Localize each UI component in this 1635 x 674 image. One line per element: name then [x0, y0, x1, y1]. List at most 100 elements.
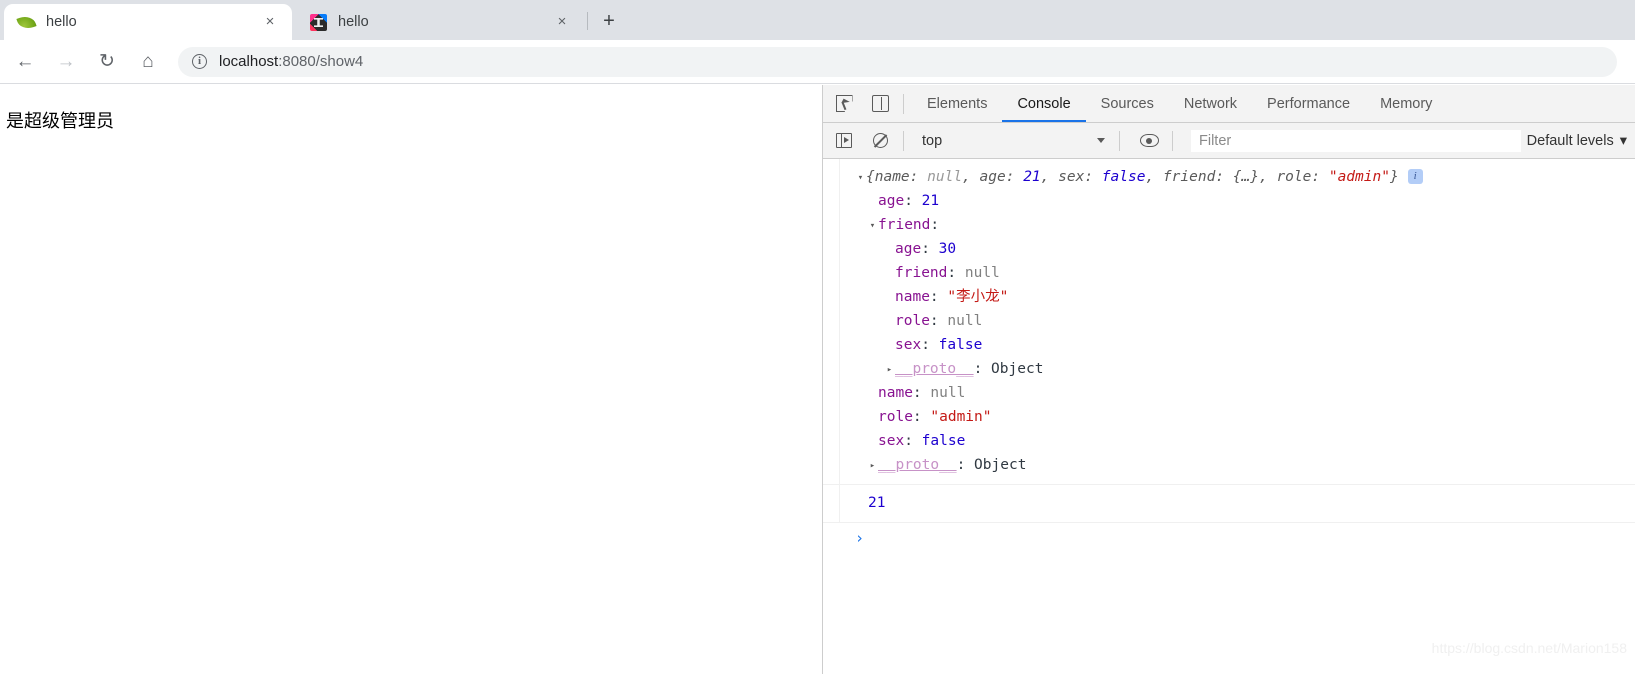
- property-value: "李小龙": [947, 289, 1009, 305]
- prompt-arrow-icon: ›: [855, 529, 865, 547]
- property-key: friend: [878, 217, 931, 233]
- tab-strip: hello × hello × +: [0, 0, 1635, 40]
- property-key: __proto__: [895, 361, 974, 377]
- property-value: "admin": [930, 409, 992, 425]
- tab-elements[interactable]: Elements: [912, 85, 1002, 122]
- message-gutter: [823, 159, 840, 484]
- property-value: 21: [921, 193, 940, 209]
- object-property-row: sex: false: [895, 337, 983, 353]
- console-result-value: 21: [868, 495, 886, 511]
- tab-performance[interactable]: Performance: [1252, 85, 1365, 122]
- address-bar-url: localhost:8080/show4: [219, 53, 363, 70]
- property-key: sex: [895, 337, 922, 353]
- site-info-icon[interactable]: i: [192, 54, 207, 69]
- property-value: null: [930, 385, 966, 401]
- property-key: __proto__: [878, 457, 957, 473]
- object-preview-line[interactable]: ▾ {name: null, age: 21, sex: false, frien…: [823, 165, 1635, 189]
- clear-console-icon[interactable]: [865, 127, 895, 155]
- info-badge[interactable]: i: [1407, 169, 1423, 184]
- tab-memory[interactable]: Memory: [1365, 85, 1447, 122]
- toolbar-divider: [903, 130, 904, 151]
- object-property-row: sex: false: [878, 433, 966, 449]
- watermark: https://blog.csdn.net/Marion158: [1431, 640, 1627, 656]
- property-value: Object: [991, 361, 1044, 377]
- property-value: false: [938, 337, 983, 353]
- url-path: :8080/show4: [278, 53, 364, 70]
- object-property-row[interactable]: ▾ friend:: [823, 213, 1635, 237]
- device-toolbar-icon[interactable]: [865, 90, 895, 118]
- property-value: null: [964, 265, 1000, 281]
- log-levels-dropdown[interactable]: Default levels ▾: [1527, 133, 1635, 149]
- property-key: sex: [878, 433, 905, 449]
- spring-leaf-icon: [16, 13, 37, 32]
- tab-divider: [587, 12, 588, 30]
- tab-title: hello: [338, 14, 369, 30]
- filter-input[interactable]: [1191, 129, 1521, 152]
- forward-button[interactable]: →: [50, 46, 82, 78]
- property-key: role: [878, 409, 913, 425]
- tab-title: hello: [46, 14, 77, 30]
- object-property-row: name: null: [878, 385, 966, 401]
- console-toolbar: top Default levels ▾: [823, 123, 1635, 159]
- back-button[interactable]: ←: [9, 46, 41, 78]
- tab-console[interactable]: Console: [1002, 85, 1085, 122]
- console-sidebar-icon[interactable]: [829, 127, 859, 155]
- property-value: Object: [974, 457, 1027, 473]
- object-property-row: role: "admin": [878, 409, 992, 425]
- address-bar[interactable]: i localhost:8080/show4: [178, 46, 1617, 77]
- browser-toolbar: ← → ↻ ⌂ i localhost:8080/show4: [0, 40, 1635, 84]
- property-value: 30: [938, 241, 957, 257]
- devtools-tabbar: Elements Console Sources Network Perform…: [823, 85, 1635, 123]
- property-key: name: [895, 289, 930, 305]
- console-message-object[interactable]: ▾ {name: null, age: 21, sex: false, frien…: [823, 159, 1635, 485]
- toolbar-divider: [1172, 130, 1173, 151]
- property-key: role: [895, 313, 930, 329]
- object-property-row: age: 21: [878, 193, 940, 209]
- url-host: localhost: [219, 53, 279, 70]
- browser-tab-2[interactable]: hello ×: [296, 4, 584, 40]
- property-value: null: [947, 313, 983, 329]
- property-value: false: [921, 433, 966, 449]
- tab-close-button[interactable]: ×: [262, 14, 278, 30]
- expand-triangle-icon[interactable]: ▾: [855, 166, 866, 190]
- intellij-idea-icon: [310, 13, 328, 31]
- property-key: age: [895, 241, 922, 257]
- console-prompt[interactable]: ›: [823, 523, 1635, 553]
- property-key: name: [878, 385, 913, 401]
- tab-sources[interactable]: Sources: [1086, 85, 1169, 122]
- object-property-row[interactable]: ▸ __proto__: Object: [823, 453, 1635, 477]
- chevron-down-icon: [1097, 138, 1105, 143]
- live-expression-icon[interactable]: [1134, 127, 1164, 155]
- console-output[interactable]: ▾ {name: null, age: 21, sex: false, frien…: [823, 159, 1635, 674]
- chevron-down-icon: ▾: [1619, 132, 1627, 149]
- tab-network[interactable]: Network: [1169, 85, 1252, 122]
- message-gutter: [823, 485, 840, 522]
- new-tab-button[interactable]: +: [596, 9, 622, 35]
- log-levels-label: Default levels: [1526, 132, 1614, 149]
- browser-tab-1[interactable]: hello ×: [4, 4, 292, 40]
- expand-triangle-icon[interactable]: ▾: [867, 214, 878, 238]
- console-message-result: 21: [823, 485, 1635, 523]
- property-key: friend: [895, 265, 948, 281]
- tab-close-button[interactable]: ×: [554, 14, 570, 30]
- execution-context-selector[interactable]: top: [916, 131, 1111, 151]
- expand-triangle-icon[interactable]: ▸: [884, 358, 895, 382]
- execution-context-label: top: [922, 132, 943, 149]
- page-body-text: 是超级管理员: [6, 111, 114, 132]
- devtools-panel: Elements Console Sources Network Perform…: [822, 85, 1635, 674]
- reload-button[interactable]: ↻: [91, 46, 123, 78]
- object-property-row: role: null: [895, 313, 983, 329]
- object-preview: {name: null, age: 21, sex: false, friend…: [866, 169, 1399, 185]
- home-button[interactable]: ⌂: [132, 46, 164, 78]
- toolbar-divider: [1119, 130, 1120, 151]
- inspect-element-icon[interactable]: [829, 90, 859, 118]
- property-key: age: [878, 193, 905, 209]
- page-viewport: 是超级管理员: [0, 85, 822, 674]
- expand-triangle-icon[interactable]: ▸: [867, 454, 878, 478]
- object-property-row: age: 30: [895, 241, 957, 257]
- object-property-row: friend: null: [895, 265, 1000, 281]
- object-property-row[interactable]: ▸ __proto__: Object: [823, 357, 1635, 381]
- browser-window: hello × hello × + ← → ↻ ⌂ i localhost:80…: [0, 0, 1635, 674]
- toolbar-divider: [903, 93, 904, 114]
- object-property-row: name: "李小龙": [895, 289, 1009, 305]
